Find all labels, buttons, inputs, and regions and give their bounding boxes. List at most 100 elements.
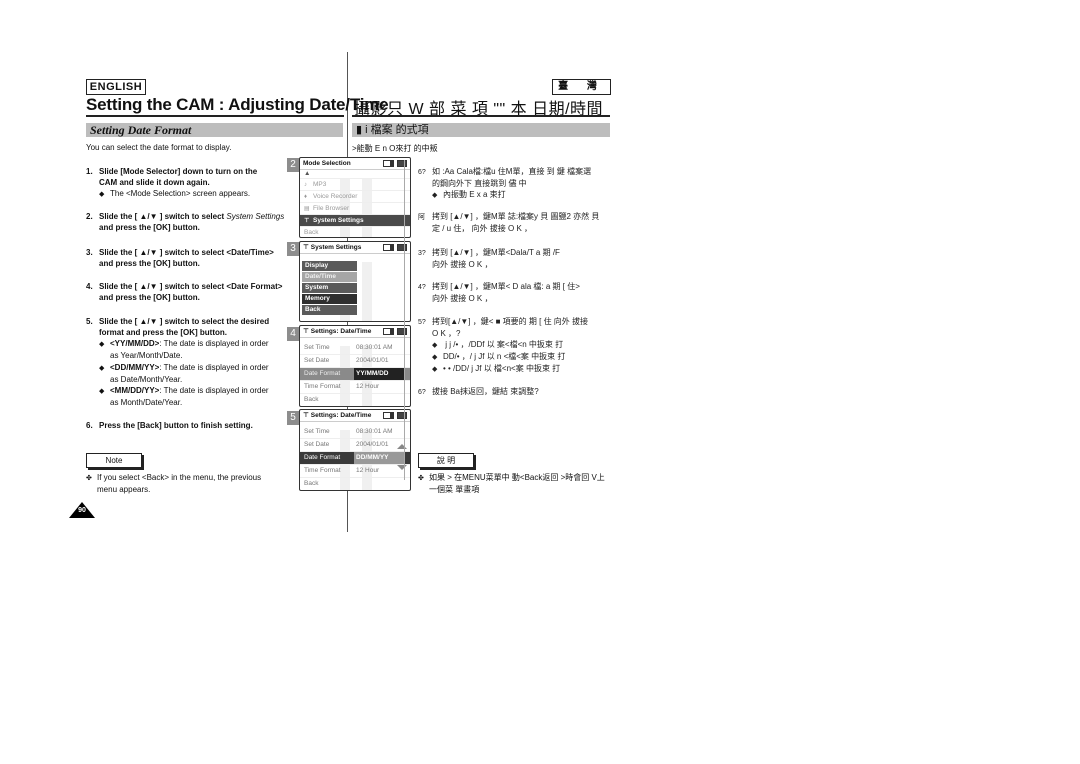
step-text: 向外 拔接 O K ， xyxy=(432,260,493,269)
note-line: 如果 > 在MENU菜單中 動<Back返回 >時會回 V上 xyxy=(429,473,605,482)
step-number: 4. xyxy=(86,282,93,291)
step-text: 拷到 [▲/▼] ，鍵M單< D ala 檔: a 期 [ 住> xyxy=(432,282,580,291)
battery-icon xyxy=(397,244,407,251)
note-label-cn: 說 明 xyxy=(418,453,474,468)
row-set-time[interactable]: Set Time 08:30:01 AM xyxy=(300,342,410,355)
step-text: 拷到 [▲/▼] ，鍵M單<Dala/T a 期 /F xyxy=(432,248,560,257)
menu-item-back[interactable]: Back xyxy=(302,305,357,315)
row-label: Set Time xyxy=(304,428,330,435)
format-code: <YY/MM/DD> xyxy=(110,339,160,348)
music-note-icon: ♪ xyxy=(304,182,307,188)
step-text: Slide [Mode Selector] down to turn on th… xyxy=(99,167,258,176)
row-value: 12 Hour xyxy=(356,383,380,390)
row-label: Time Format xyxy=(304,467,341,474)
row-value: 12 Hour xyxy=(356,467,380,474)
step-5: 5. Slide the [ ▲/▼ ] switch to select the… xyxy=(86,316,269,338)
menu-item-mp3[interactable]: ♪ MP3 xyxy=(300,179,410,191)
step-number: 5. xyxy=(86,317,93,326)
intro-text-cn: >能動 E n O來打 的中叛 xyxy=(352,144,438,153)
row-label: Date Format xyxy=(304,370,341,377)
format-code: <DD/MM/YY> xyxy=(110,363,160,372)
menu-label: Voice Recorder xyxy=(313,193,358,200)
menu-item-system[interactable]: System xyxy=(302,283,357,293)
step-2: 2. Slide the [ ▲/▼ ] switch to select Sys… xyxy=(86,211,284,233)
screen-header: Mode Selection xyxy=(300,158,410,170)
step-text: 拔接 Ba抹返回，鍵結 束調整? xyxy=(432,387,539,396)
menu-item-back[interactable]: Back xyxy=(300,227,410,237)
row-time-format[interactable]: Time Format 12 Hour xyxy=(300,381,410,394)
title-rule-cn xyxy=(352,115,610,117)
diamond-bullet-icon: ◆ xyxy=(99,341,105,348)
diamond-bullet-icon: ◆ xyxy=(432,354,438,361)
note-bullet-icon: ✤ xyxy=(86,475,92,482)
sub-text: as Month/Date/Year. xyxy=(110,398,183,407)
menu-item-file-browser[interactable]: ▤ File Browser xyxy=(300,203,410,215)
step-text: Slide the [ ▲/▼ ] switch to select xyxy=(99,212,227,221)
step-number: 3. xyxy=(86,248,93,257)
memory-card-icon xyxy=(383,160,394,167)
screen-title: Settings: Date/Time xyxy=(310,328,372,335)
diamond-bullet-icon: ◆ xyxy=(99,365,105,372)
settings-icon: ⊤ xyxy=(303,244,309,251)
sub-text: 內振動 E x a 束打 xyxy=(443,190,506,199)
row-label: Back xyxy=(304,480,319,487)
row-value: 2004/01/01 xyxy=(356,357,389,364)
menu-label: File Browser xyxy=(313,205,350,212)
scroll-down-arrow-icon[interactable] xyxy=(397,465,407,470)
note-line: menu appears. xyxy=(97,485,151,494)
sub-text: j j /• ，/DDf 以 案<檔<n 中扳束 打 xyxy=(443,340,564,349)
sub-text: • • /DD/ j Jf 以 檔<n<案 中扳束 打 xyxy=(443,364,561,373)
step-text: 定 / u 住， 向外 拔接 O K ， xyxy=(432,224,533,233)
microphone-icon: ♦ xyxy=(304,194,308,200)
section-title-cn: ▮ i 檔案 的式項 xyxy=(356,124,429,136)
menu-item-system-settings[interactable]: ⊤ System Settings xyxy=(300,215,410,227)
step-text: 的鋼向外下 直接跳到 儘 中 xyxy=(432,179,527,188)
screen-title: Settings: Date/Time xyxy=(310,412,372,419)
screen-title: Mode Selection xyxy=(303,160,351,167)
step-number: 阿 xyxy=(418,214,425,221)
language-label-english: ENGLISH xyxy=(86,79,146,95)
menu-item-memory[interactable]: Memory xyxy=(302,294,357,304)
format-option-mmddyy: ◆ <MM/DD/YY>: The date is displayed in or… xyxy=(99,385,269,408)
scroll-up-arrow-icon[interactable] xyxy=(397,444,407,449)
step-number: 3? xyxy=(418,250,426,257)
row-set-date[interactable]: Set Date 2004/01/01 xyxy=(300,439,410,452)
row-value: 08:30:01 AM xyxy=(356,428,393,435)
sub-text: as Year/Month/Date. xyxy=(110,351,183,360)
row-set-time[interactable]: Set Time 08:30:01 AM xyxy=(300,426,410,439)
cn-step-4: 4? 拷到 [▲/▼] ，鍵M單< D ala 檔: a 期 [ 住> 向外 拔接… xyxy=(418,281,580,304)
battery-icon xyxy=(397,328,407,335)
settings-icon: ⊤ xyxy=(303,412,309,419)
row-set-date[interactable]: Set Date 2004/01/01 xyxy=(300,355,410,368)
cn-step-6: 6? 拔接 Ba抹返回，鍵結 束調整? xyxy=(418,386,539,398)
format-option-yymmdd: ◆ <YY/MM/DD>: The date is displayed in or… xyxy=(99,338,269,361)
row-date-format[interactable]: Date Format DD/MM/YY xyxy=(300,452,410,465)
format-code: <MM/DD/YY> xyxy=(110,386,160,395)
menu-item-voice-recorder[interactable]: ♦ Voice Recorder xyxy=(300,191,410,203)
row-back[interactable]: Back xyxy=(300,394,410,406)
step-text: CAM and slide it down again. xyxy=(99,178,210,187)
row-label: Set Date xyxy=(304,441,330,448)
scroll-up-icon[interactable]: ▲ xyxy=(300,170,410,179)
diamond-bullet-icon: ◆ xyxy=(432,366,438,373)
screen-title: System Settings xyxy=(310,244,362,251)
row-date-format[interactable]: Date Format YY/MM/DD xyxy=(300,368,410,381)
row-label: Back xyxy=(304,396,319,403)
step-number: 4? xyxy=(418,284,426,291)
step-text: Press the [Back] button to finish settin… xyxy=(99,421,253,430)
screen-date-time-ddmmyy: ⊤ Settings: Date/Time Set Time 08:30:01 A… xyxy=(299,409,411,491)
settings-icon: ⊤ xyxy=(303,328,309,335)
step-number: 5? xyxy=(418,319,426,326)
menu-label: MP3 xyxy=(313,181,327,188)
menu-item-date-time[interactable]: Date/Time xyxy=(302,272,357,282)
cn-step-2: 阿拷到 [▲/▼] ，鍵M單 誌:檔案y 貝 圖鹽2 亦然 貝 定 / u 住，… xyxy=(418,211,599,234)
menu-item-display[interactable]: Display xyxy=(302,261,357,271)
row-label: Set Time xyxy=(304,344,330,351)
step-text: 如 :Aa Cala檔:檔u 住M單，直接 到 鍵 檔案選 xyxy=(432,167,592,176)
cn-step-3: 3? 拷到 [▲/▼] ，鍵M單<Dala/T a 期 /F 向外 拔接 O K … xyxy=(418,247,560,270)
format-option-ddmmyy: ◆ <DD/MM/YY>: The date is displayed in or… xyxy=(99,362,269,385)
section-title-en: Setting Date Format xyxy=(90,123,192,137)
step-text: Slide the [ ▲/▼ ] switch to select the d… xyxy=(99,317,270,326)
row-back[interactable]: Back xyxy=(300,478,410,490)
row-time-format[interactable]: Time Format 12 Hour xyxy=(300,465,410,478)
